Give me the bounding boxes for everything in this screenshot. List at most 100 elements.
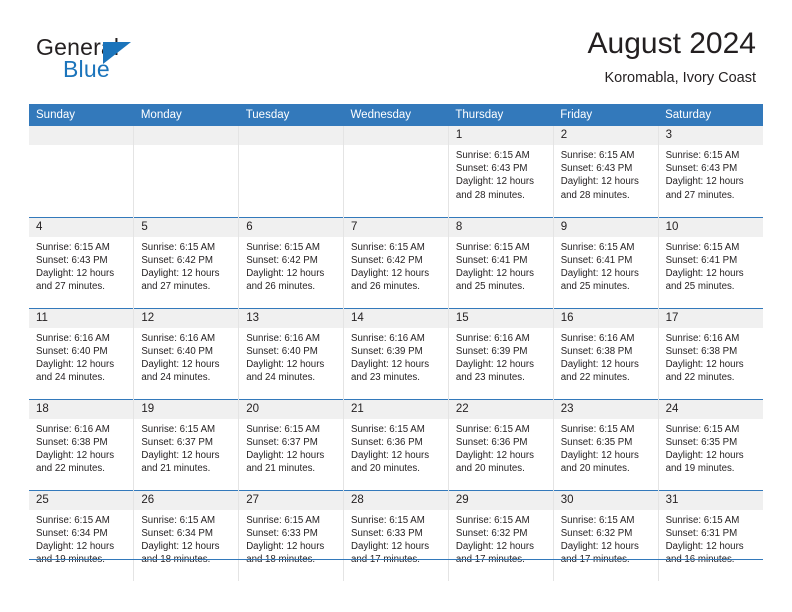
calendar-day-cell[interactable]: 14 Sunrise: 6:16 AM Sunset: 6:39 PM Dayligh… bbox=[343, 307, 449, 399]
day-number: 5 bbox=[134, 217, 239, 237]
month-calendar: Sunday Monday Tuesday Wednesday Thursday… bbox=[29, 104, 763, 581]
daylight-text-line1: Daylight: 12 hours bbox=[560, 449, 639, 461]
daylight-text-line1: Daylight: 12 hours bbox=[141, 449, 220, 461]
sunset-text: Sunset: 6:38 PM bbox=[665, 345, 738, 357]
calendar-day-cell[interactable]: 2 Sunrise: 6:15 AM Sunset: 6:43 PM Daylight… bbox=[553, 126, 659, 217]
calendar-day-cell[interactable]: 16 Sunrise: 6:16 AM Sunset: 6:38 PM Dayligh… bbox=[553, 307, 659, 399]
daylight-text-line1: Daylight: 12 hours bbox=[351, 267, 430, 279]
daylight-text-line2: and 27 minutes. bbox=[36, 281, 105, 293]
daylight-text-line1: Daylight: 12 hours bbox=[246, 358, 325, 370]
day-cell-inner: 6 Sunrise: 6:15 AM Sunset: 6:42 PM Daylight… bbox=[239, 217, 344, 308]
calendar-day-cell[interactable]: 11 Sunrise: 6:16 AM Sunset: 6:40 PM Dayligh… bbox=[29, 307, 135, 399]
day-cell-inner: 10 Sunrise: 6:15 AM Sunset: 6:41 PM Dayligh… bbox=[658, 217, 763, 308]
daylight-text-line1: Daylight: 12 hours bbox=[36, 540, 115, 552]
day-number: 12 bbox=[134, 308, 239, 328]
calendar-week-row: 4 Sunrise: 6:15 AM Sunset: 6:43 PM Daylight… bbox=[29, 216, 763, 308]
calendar-day-cell[interactable]: 19 Sunrise: 6:15 AM Sunset: 6:37 PM Dayligh… bbox=[133, 398, 240, 490]
daylight-text-line2: and 23 minutes. bbox=[351, 372, 420, 384]
day-number: 25 bbox=[29, 490, 134, 510]
daylight-text-line2: and 21 minutes. bbox=[246, 463, 316, 475]
calendar-day-cell[interactable]: 8 Sunrise: 6:15 AM Sunset: 6:41 PM Daylight… bbox=[448, 216, 554, 308]
day-number: 8 bbox=[448, 217, 553, 237]
calendar-day-cell[interactable]: 24 Sunrise: 6:15 AM Sunset: 6:35 PM Dayligh… bbox=[658, 398, 763, 490]
daylight-text-line2: and 21 minutes. bbox=[141, 463, 211, 475]
calendar-day-cell[interactable]: 21 Sunrise: 6:15 AM Sunset: 6:36 PM Dayligh… bbox=[343, 398, 449, 490]
calendar-day-cell[interactable]: 5 Sunrise: 6:15 AM Sunset: 6:42 PM Daylight… bbox=[133, 216, 240, 308]
day-cell-inner: 23 Sunrise: 6:15 AM Sunset: 6:35 PM Dayligh… bbox=[553, 399, 658, 490]
calendar-day-cell[interactable]: 1 Sunrise: 6:15 AM Sunset: 6:43 PM Daylight… bbox=[448, 126, 554, 217]
day-number: 24 bbox=[658, 399, 763, 419]
calendar-day-cell-empty bbox=[133, 126, 240, 217]
calendar-day-cell[interactable]: 3 Sunrise: 6:15 AM Sunset: 6:43 PM Daylight… bbox=[658, 126, 763, 217]
day-number bbox=[134, 126, 239, 145]
day-details: Sunrise: 6:15 AM Sunset: 6:32 PM Daylight:… bbox=[554, 510, 658, 567]
day-details: Sunrise: 6:15 AM Sunset: 6:41 PM Daylight:… bbox=[449, 237, 553, 294]
calendar-day-cell[interactable]: 27 Sunrise: 6:15 AM Sunset: 6:33 PM Dayligh… bbox=[238, 489, 345, 581]
sunset-text: Sunset: 6:40 PM bbox=[36, 345, 108, 357]
calendar-day-cell[interactable]: 26 Sunrise: 6:15 AM Sunset: 6:34 PM Dayligh… bbox=[133, 489, 240, 581]
sunrise-text: Sunrise: 6:15 AM bbox=[560, 423, 635, 435]
day-number: 18 bbox=[29, 399, 134, 419]
calendar-day-cell[interactable]: 4 Sunrise: 6:15 AM Sunset: 6:43 PM Daylight… bbox=[29, 216, 135, 308]
sunrise-text: Sunrise: 6:16 AM bbox=[141, 332, 216, 344]
sunset-text: Sunset: 6:36 PM bbox=[351, 436, 423, 448]
calendar-day-cell[interactable]: 25 Sunrise: 6:15 AM Sunset: 6:34 PM Dayligh… bbox=[29, 489, 135, 581]
daylight-text-line1: Daylight: 12 hours bbox=[351, 358, 430, 370]
calendar-day-cell[interactable]: 31 Sunrise: 6:15 AM Sunset: 6:31 PM Dayligh… bbox=[658, 489, 763, 581]
sunrise-text: Sunrise: 6:15 AM bbox=[665, 514, 740, 526]
daylight-text-line2: and 28 minutes. bbox=[560, 189, 630, 201]
sunset-text: Sunset: 6:41 PM bbox=[665, 254, 738, 266]
daylight-text-line2: and 24 minutes. bbox=[246, 372, 316, 384]
calendar-day-cell[interactable]: 13 Sunrise: 6:16 AM Sunset: 6:40 PM Dayligh… bbox=[238, 307, 345, 399]
calendar-day-cell[interactable]: 17 Sunrise: 6:16 AM Sunset: 6:38 PM Dayligh… bbox=[658, 307, 763, 399]
day-cell-inner: 11 Sunrise: 6:16 AM Sunset: 6:40 PM Dayligh… bbox=[29, 308, 134, 399]
calendar-day-cell[interactable]: 15 Sunrise: 6:16 AM Sunset: 6:39 PM Dayligh… bbox=[448, 307, 554, 399]
sunset-text: Sunset: 6:43 PM bbox=[455, 163, 528, 175]
daylight-text-line2: and 26 minutes. bbox=[246, 281, 316, 293]
calendar-day-cell[interactable]: 23 Sunrise: 6:15 AM Sunset: 6:35 PM Dayligh… bbox=[553, 398, 659, 490]
calendar-day-cell[interactable]: 30 Sunrise: 6:15 AM Sunset: 6:32 PM Dayligh… bbox=[553, 489, 659, 582]
daylight-text-line1: Daylight: 12 hours bbox=[560, 540, 639, 552]
sunrise-text: Sunrise: 6:15 AM bbox=[36, 241, 110, 253]
calendar-day-cell[interactable]: 28 Sunrise: 6:15 AM Sunset: 6:33 PM Dayligh… bbox=[343, 489, 449, 581]
day-number: 29 bbox=[448, 490, 553, 510]
daylight-text-line1: Daylight: 12 hours bbox=[141, 358, 220, 370]
sunset-text: Sunset: 6:39 PM bbox=[351, 345, 423, 357]
sunset-text: Sunset: 6:38 PM bbox=[560, 345, 633, 357]
day-number: 15 bbox=[448, 308, 553, 328]
day-cell-inner: 5 Sunrise: 6:15 AM Sunset: 6:42 PM Daylight… bbox=[134, 217, 239, 308]
calendar-day-cell[interactable]: 29 Sunrise: 6:15 AM Sunset: 6:32 PM Dayligh… bbox=[448, 489, 554, 582]
calendar-week-row: 11 Sunrise: 6:16 AM Sunset: 6:40 PM Dayligh… bbox=[29, 307, 763, 399]
day-number: 20 bbox=[239, 399, 344, 419]
day-cell-inner: 29 Sunrise: 6:15 AM Sunset: 6:32 PM Dayligh… bbox=[448, 490, 553, 582]
daylight-text-line2: and 24 minutes. bbox=[141, 372, 211, 384]
weekday-header-row: Sunday Monday Tuesday Wednesday Thursday… bbox=[29, 104, 763, 126]
sunset-text: Sunset: 6:41 PM bbox=[455, 254, 528, 266]
sunrise-text: Sunrise: 6:15 AM bbox=[455, 150, 530, 161]
daylight-text-line2: and 25 minutes. bbox=[665, 281, 735, 293]
calendar-day-cell[interactable]: 6 Sunrise: 6:15 AM Sunset: 6:42 PM Daylight… bbox=[238, 216, 345, 308]
day-cell-inner bbox=[134, 126, 239, 217]
calendar-day-cell[interactable]: 12 Sunrise: 6:16 AM Sunset: 6:40 PM Dayligh… bbox=[133, 307, 240, 399]
calendar-day-cell-empty bbox=[29, 126, 135, 217]
sunrise-text: Sunrise: 6:16 AM bbox=[36, 423, 110, 435]
daylight-text-line1: Daylight: 12 hours bbox=[455, 358, 534, 370]
general-blue-logo[interactable]: General Blue bbox=[36, 34, 216, 86]
calendar-day-cell[interactable]: 9 Sunrise: 6:15 AM Sunset: 6:41 PM Daylight… bbox=[553, 216, 659, 308]
day-number: 17 bbox=[658, 308, 763, 328]
sunrise-text: Sunrise: 6:15 AM bbox=[665, 423, 740, 435]
day-number: 21 bbox=[344, 399, 448, 419]
day-cell-inner: 17 Sunrise: 6:16 AM Sunset: 6:38 PM Dayligh… bbox=[658, 308, 763, 399]
calendar-day-cell[interactable]: 18 Sunrise: 6:16 AM Sunset: 6:38 PM Dayligh… bbox=[29, 398, 135, 490]
sunset-text: Sunset: 6:34 PM bbox=[141, 527, 213, 539]
calendar-day-cell[interactable]: 22 Sunrise: 6:15 AM Sunset: 6:36 PM Dayligh… bbox=[448, 398, 554, 490]
day-details: Sunrise: 6:15 AM Sunset: 6:36 PM Daylight:… bbox=[449, 419, 553, 476]
day-cell-inner bbox=[29, 126, 134, 217]
calendar-day-cell[interactable]: 10 Sunrise: 6:15 AM Sunset: 6:41 PM Dayligh… bbox=[658, 216, 763, 308]
day-details: Sunrise: 6:15 AM Sunset: 6:33 PM Daylight:… bbox=[344, 510, 448, 567]
daylight-text-line1: Daylight: 12 hours bbox=[141, 540, 220, 552]
day-number bbox=[239, 126, 344, 145]
day-cell-inner: 30 Sunrise: 6:15 AM Sunset: 6:32 PM Dayligh… bbox=[553, 490, 658, 582]
calendar-day-cell[interactable]: 7 Sunrise: 6:15 AM Sunset: 6:42 PM Daylight… bbox=[343, 216, 449, 308]
calendar-day-cell[interactable]: 20 Sunrise: 6:15 AM Sunset: 6:37 PM Dayligh… bbox=[238, 398, 345, 490]
